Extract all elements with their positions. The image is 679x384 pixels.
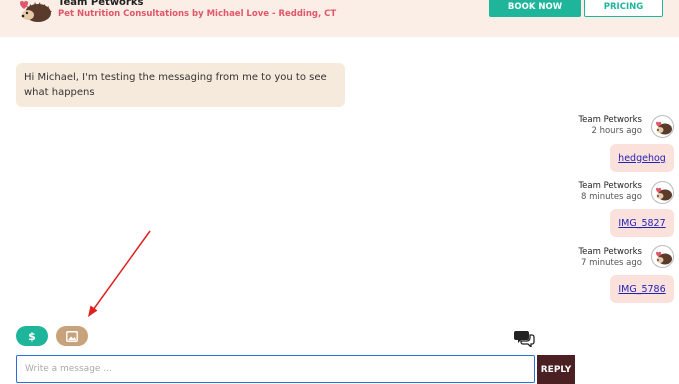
message-meta: Team Petworks 2 hours ago: [578, 115, 642, 137]
message-meta: Team Petworks 8 minutes ago: [578, 181, 642, 203]
message-time: 8 minutes ago: [580, 192, 642, 202]
sender-name: Team Petworks: [578, 181, 642, 191]
team-name: Team Petworks: [58, 0, 144, 8]
outgoing-message-bubble: IMG_5786: [610, 275, 674, 303]
avatar: [651, 115, 674, 138]
sender-name: Team Petworks: [578, 115, 642, 125]
message-time: 7 minutes ago: [580, 258, 642, 268]
attachment-link[interactable]: IMG_5786: [618, 284, 665, 295]
hedgehog-avatar-icon: [656, 251, 672, 265]
message-time: 2 hours ago: [591, 126, 642, 136]
incoming-message-text: Hi Michael, I'm testing the messaging fr…: [24, 72, 327, 98]
image-icon: [66, 330, 78, 342]
attach-image-button[interactable]: [56, 326, 88, 346]
reply-button[interactable]: REPLY: [537, 355, 575, 384]
attachment-link[interactable]: IMG_5827: [618, 218, 665, 229]
hedgehog-avatar-icon: [656, 187, 672, 201]
avatar: [651, 245, 674, 268]
avatar: [651, 181, 674, 204]
attachment-link[interactable]: hedgehog: [618, 153, 666, 164]
header-bar: Team Petworks Pet Nutrition Consultation…: [0, 0, 679, 37]
hedgehog-logo-icon: [20, 1, 52, 22]
chat-bubbles-icon[interactable]: [514, 329, 536, 347]
outgoing-message-bubble: IMG_5827: [610, 209, 674, 237]
business-subtitle: Pet Nutrition Consultations by Michael L…: [58, 9, 337, 19]
book-now-button[interactable]: BOOK NOW: [489, 0, 581, 17]
request-payment-button[interactable]: $: [16, 326, 48, 346]
incoming-message-bubble: Hi Michael, I'm testing the messaging fr…: [16, 63, 345, 107]
annotation-arrow-icon: [88, 230, 151, 317]
message-meta: Team Petworks 7 minutes ago: [578, 247, 642, 269]
hedgehog-avatar-icon: [656, 121, 672, 135]
pricing-button[interactable]: PRICING: [584, 0, 663, 17]
dollar-icon: $: [28, 329, 36, 343]
message-input[interactable]: [16, 355, 535, 383]
sender-name: Team Petworks: [578, 247, 642, 257]
outgoing-message-bubble: hedgehog: [610, 144, 674, 172]
